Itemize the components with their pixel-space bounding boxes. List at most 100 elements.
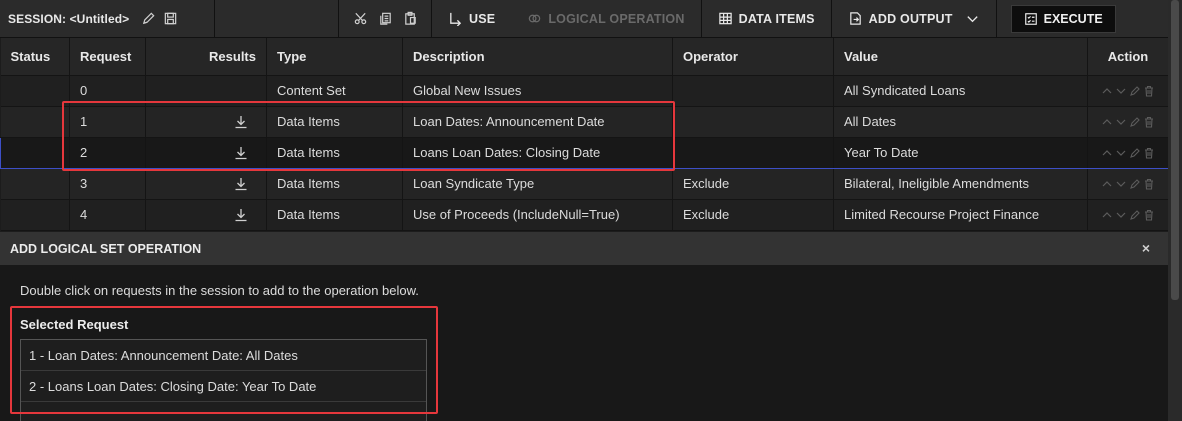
execute-button[interactable]: EXECUTE: [1010, 4, 1116, 33]
description-cell: Loan Dates: Announcement Date: [402, 106, 673, 138]
table-row[interactable]: 3 Data Items Loan Syndicate Type Exclude…: [0, 168, 1169, 200]
table-row-selected[interactable]: 2 Data Items Loans Loan Dates: Closing D…: [0, 136, 1169, 169]
use-arrow-icon: [450, 12, 462, 26]
move-down-icon[interactable]: [1115, 147, 1127, 159]
table-row[interactable]: 0 Content Set Global New Issues All Synd…: [0, 75, 1169, 107]
status-cell: [0, 199, 70, 231]
operator-cell: [672, 136, 834, 169]
header-results[interactable]: Results: [145, 38, 267, 76]
action-cell: [1087, 75, 1169, 107]
table-row[interactable]: 4 Data Items Use of Proceeds (IncludeNul…: [0, 199, 1169, 231]
delete-icon[interactable]: [1143, 116, 1155, 128]
action-cell: [1087, 136, 1169, 169]
edit-icon[interactable]: [1129, 209, 1141, 221]
checklist-icon: [1024, 12, 1037, 25]
action-cell: [1087, 106, 1169, 138]
session-title: SESSION: <Untitled>: [8, 11, 130, 26]
header-request[interactable]: Request: [69, 38, 146, 76]
download-icon[interactable]: [234, 146, 248, 160]
edit-icon[interactable]: [1129, 116, 1141, 128]
header-operator[interactable]: Operator: [672, 38, 834, 76]
scrollbar-thumb[interactable]: [1171, 0, 1179, 300]
operator-cell: Exclude: [672, 168, 834, 200]
value-cell: All Dates: [833, 106, 1088, 138]
request-cell: 3: [69, 168, 146, 200]
close-icon[interactable]: ×: [1142, 240, 1150, 256]
use-button[interactable]: USE: [432, 0, 511, 38]
selected-request-label: Selected Request: [20, 317, 129, 332]
header-description[interactable]: Description: [402, 38, 673, 76]
copy-icon[interactable]: [374, 8, 396, 30]
download-icon[interactable]: [234, 208, 248, 222]
edit-icon[interactable]: [1129, 85, 1141, 97]
move-down-icon[interactable]: [1115, 116, 1127, 128]
add-output-button[interactable]: ADD OUTPUT: [832, 0, 996, 38]
selected-request-item[interactable]: 1 - Loan Dates: Announcement Date: All D…: [21, 340, 426, 371]
status-cell: [0, 136, 70, 169]
results-cell: [145, 168, 267, 200]
chevron-down-icon: [966, 16, 978, 23]
move-up-icon[interactable]: [1101, 147, 1113, 159]
header-value[interactable]: Value: [833, 38, 1088, 76]
delete-icon[interactable]: [1143, 85, 1155, 97]
save-icon[interactable]: [159, 8, 181, 30]
move-up-icon[interactable]: [1101, 85, 1113, 97]
move-up-icon[interactable]: [1101, 116, 1113, 128]
delete-icon[interactable]: [1143, 147, 1155, 159]
status-cell: [0, 168, 70, 200]
vertical-scrollbar[interactable]: [1168, 0, 1182, 421]
selected-request-item[interactable]: 2 - Loans Loan Dates: Closing Date: Year…: [21, 371, 426, 402]
download-icon[interactable]: [234, 115, 248, 129]
table-row[interactable]: 1 Data Items Loan Dates: Announcement Da…: [0, 106, 1169, 138]
move-up-icon[interactable]: [1101, 178, 1113, 190]
move-down-icon[interactable]: [1115, 209, 1127, 221]
description-cell: Global New Issues: [402, 75, 673, 107]
header-type[interactable]: Type: [266, 38, 403, 76]
edit-icon[interactable]: [1129, 178, 1141, 190]
action-cell: [1087, 199, 1169, 231]
request-cell: 4: [69, 199, 146, 231]
delete-icon[interactable]: [1143, 209, 1155, 221]
logical-set-panel: Double click on requests in the session …: [0, 265, 1168, 421]
download-icon[interactable]: [234, 177, 248, 191]
request-cell: 2: [69, 136, 146, 169]
results-cell: [145, 136, 267, 169]
status-cell: [0, 106, 70, 138]
type-cell: Content Set: [266, 75, 403, 107]
header-status[interactable]: Status: [0, 38, 70, 76]
type-cell: Data Items: [266, 199, 403, 231]
use-label: USE: [469, 11, 496, 26]
table-header-row: Status Request Results Type Description …: [0, 38, 1169, 76]
request-cell: 0: [69, 75, 146, 107]
results-cell: [145, 199, 267, 231]
move-up-icon[interactable]: [1101, 209, 1113, 221]
move-down-icon[interactable]: [1115, 85, 1127, 97]
move-down-icon[interactable]: [1115, 178, 1127, 190]
description-cell: Use of Proceeds (IncludeNull=True): [402, 199, 673, 231]
data-items-label: DATA ITEMS: [738, 11, 815, 26]
value-cell: Bilateral, Ineligible Amendments: [833, 168, 1088, 200]
value-cell: Limited Recourse Project Finance: [833, 199, 1088, 231]
data-items-button[interactable]: DATA ITEMS: [702, 0, 831, 38]
logical-set-panel-header: ADD LOGICAL SET OPERATION ×: [0, 232, 1168, 265]
edit-icon[interactable]: [1129, 147, 1141, 159]
requests-table: Status Request Results Type Description …: [0, 38, 1169, 231]
operator-cell: [672, 75, 834, 107]
value-cell: Year To Date: [833, 136, 1088, 169]
cut-icon[interactable]: [349, 8, 371, 30]
results-cell: [145, 106, 267, 138]
request-cell: 1: [69, 106, 146, 138]
header-action: Action: [1087, 38, 1169, 76]
results-cell: [145, 75, 267, 107]
execute-label: EXECUTE: [1043, 11, 1103, 26]
output-icon: [849, 12, 861, 25]
selected-request-list[interactable]: 1 - Loan Dates: Announcement Date: All D…: [20, 339, 427, 421]
session-toolbar: SESSION: <Untitled> USE LOGICAL OPERATIO…: [0, 0, 1168, 38]
delete-icon[interactable]: [1143, 178, 1155, 190]
panel-title: ADD LOGICAL SET OPERATION: [10, 241, 202, 256]
logical-operation-label: LOGICAL OPERATION: [548, 11, 685, 26]
logical-operation-button[interactable]: LOGICAL OPERATION: [511, 0, 700, 38]
paste-icon[interactable]: [399, 8, 421, 30]
pencil-icon[interactable]: [137, 8, 159, 30]
status-cell: [0, 75, 70, 107]
